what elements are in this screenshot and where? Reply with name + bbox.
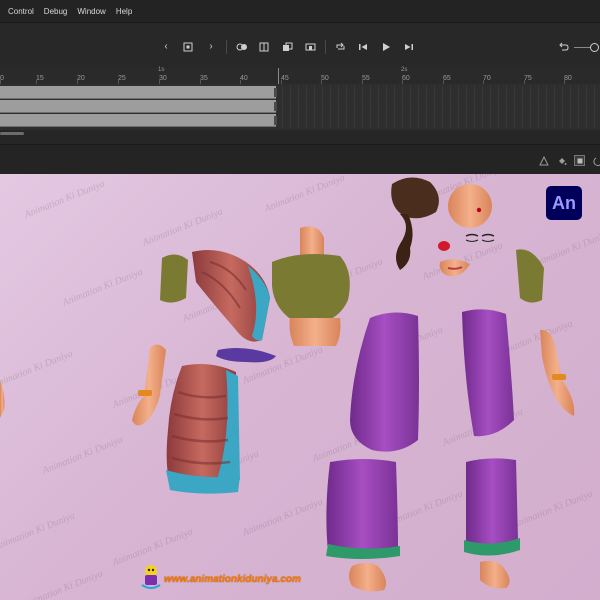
frame-span[interactable]: [0, 86, 276, 99]
torso-blouse-part[interactable]: [272, 226, 350, 346]
empty-frames[interactable]: [282, 100, 600, 113]
second-marker: 1s: [158, 67, 165, 73]
ruler-tick-label: 15: [36, 75, 44, 82]
ruler-tick-label: 25: [118, 75, 126, 82]
divider: [325, 40, 326, 54]
ruler-tick-label: 20: [77, 75, 85, 82]
sari-pleats-part[interactable]: [166, 364, 240, 494]
timeline-controls: ‹ ›: [0, 22, 600, 68]
menu-help[interactable]: Help: [116, 7, 132, 16]
timeline-scrollbar[interactable]: [0, 130, 600, 144]
ruler-tick-label: 45: [281, 75, 289, 82]
rotate-icon[interactable]: [592, 155, 600, 166]
empty-frames[interactable]: [282, 114, 600, 127]
purple-skirt-lower-part[interactable]: [326, 458, 520, 559]
waistband-part[interactable]: [216, 348, 276, 363]
loop-icon[interactable]: [334, 41, 346, 53]
scrollbar-thumb[interactable]: [0, 132, 24, 135]
play-icon[interactable]: [380, 41, 392, 53]
keyframe[interactable]: [274, 102, 277, 111]
animate-logo-badge: An: [546, 186, 582, 220]
chevron-left-icon[interactable]: ‹: [160, 41, 172, 53]
head-part[interactable]: [448, 184, 492, 228]
feet-part[interactable]: [349, 560, 510, 592]
zoom-slider-handle[interactable]: [590, 43, 599, 52]
layer-row[interactable]: [0, 114, 600, 127]
sari-pallu-part[interactable]: [192, 249, 270, 342]
menu-bar: Control Debug Window Help: [0, 0, 600, 22]
website-url: www.animationkiduniya.com: [164, 574, 301, 585]
paint-bucket-icon[interactable]: [556, 155, 567, 166]
onion-skin-icon[interactable]: [236, 41, 248, 53]
edit-multiple-frames-icon[interactable]: [258, 41, 270, 53]
frame-span[interactable]: [0, 114, 276, 127]
stage-toolbar: [0, 144, 600, 174]
insert-frame-icon[interactable]: [304, 41, 316, 53]
step-forward-icon[interactable]: [403, 41, 415, 53]
divider: [226, 40, 227, 54]
keyframe[interactable]: [274, 116, 277, 125]
ruler-tick-label: 60: [402, 75, 410, 82]
ruler-tick-label: 75: [524, 75, 532, 82]
frame-span[interactable]: [0, 100, 276, 113]
clip-content-icon[interactable]: [574, 155, 585, 166]
right-arm-part[interactable]: [516, 249, 575, 416]
ruler-tick-label: 30: [159, 75, 167, 82]
ruler-tick-label: 70: [483, 75, 491, 82]
keyframe[interactable]: [274, 88, 277, 97]
hair-part[interactable]: [391, 177, 439, 270]
stage-canvas[interactable]: Animation Ki Duniya Animation Ki Duniya An…: [0, 174, 600, 600]
ruler-tick-label: 55: [362, 75, 370, 82]
arm-fragment[interactable]: [0, 380, 5, 418]
center-frame-icon[interactable]: [182, 41, 194, 53]
timeline-frames[interactable]: [0, 84, 600, 130]
purple-skirt-upper-part[interactable]: [350, 309, 514, 452]
website-logo-icon: [141, 565, 161, 589]
layer-row[interactable]: [0, 86, 600, 99]
second-marker: 2s: [401, 67, 408, 73]
create-tween-icon[interactable]: [281, 41, 293, 53]
animate-window: Control Debug Window Help ‹ › 0 15 20 25…: [0, 0, 600, 600]
undo-icon[interactable]: [557, 41, 569, 53]
frame-ruler[interactable]: 0 15 20 25 30 35 40 45 50 55 60 65 70 75 80 1s 2s: [0, 67, 600, 84]
snap-icon[interactable]: [538, 155, 549, 166]
ruler-tick-label: 40: [240, 75, 248, 82]
empty-frames[interactable]: [282, 86, 600, 99]
face-features-part[interactable]: [438, 233, 495, 277]
menu-control[interactable]: Control: [8, 7, 34, 16]
step-back-icon[interactable]: [357, 41, 369, 53]
menu-window[interactable]: Window: [77, 7, 105, 16]
ruler-tick-label: 50: [321, 75, 329, 82]
ruler-tick-label: 65: [443, 75, 451, 82]
ruler-tick-label: 35: [200, 75, 208, 82]
ruler-tick-label: 80: [564, 75, 572, 82]
chevron-right-icon[interactable]: ›: [205, 41, 217, 53]
character-parts: [0, 177, 575, 592]
menu-debug[interactable]: Debug: [44, 7, 68, 16]
layer-row[interactable]: [0, 100, 600, 113]
